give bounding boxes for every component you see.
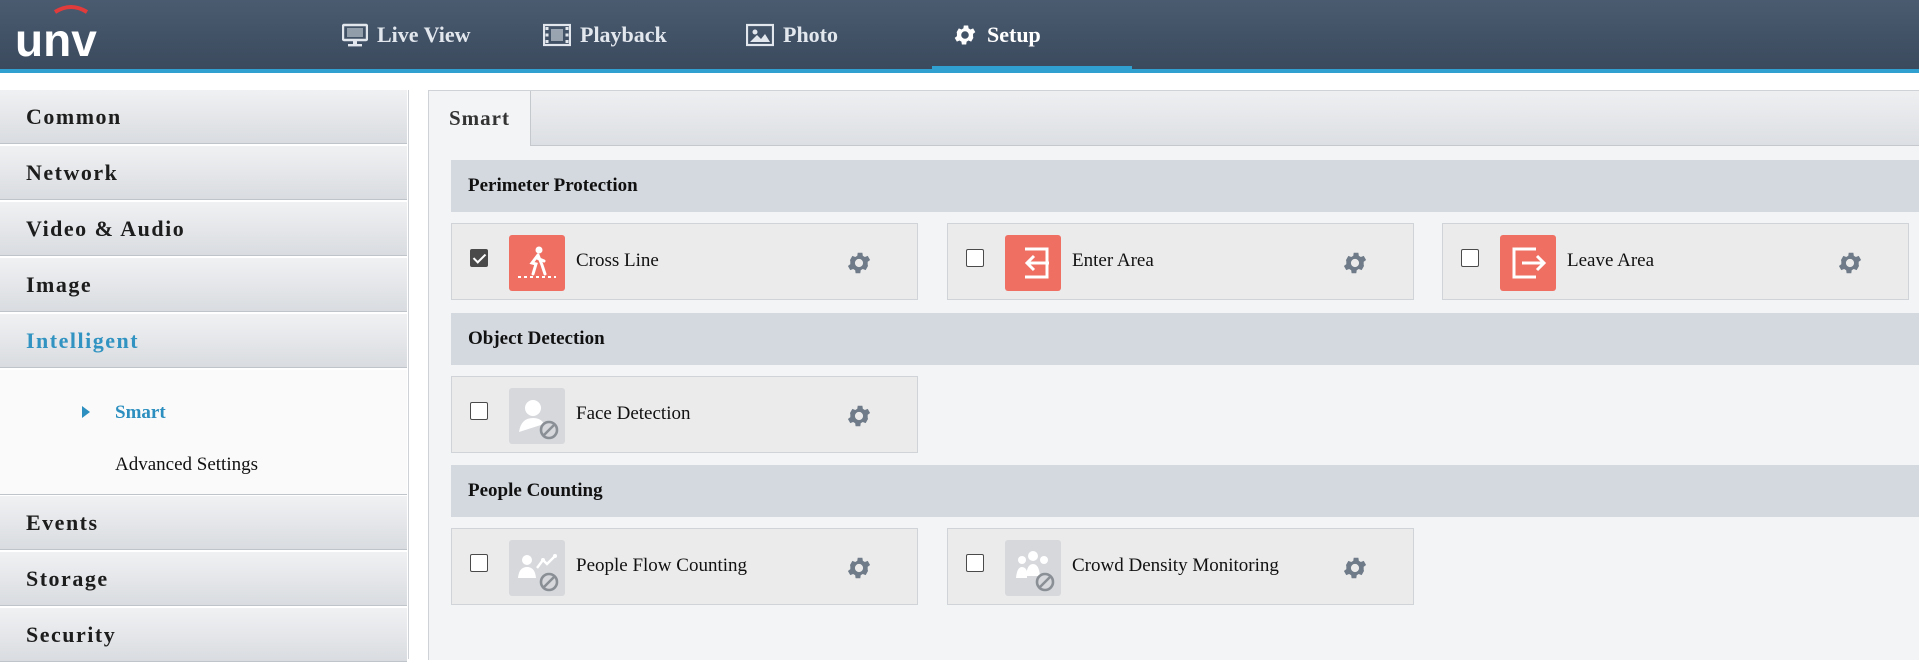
sidebar-item-intelligent[interactable]: Intelligent	[0, 314, 407, 368]
enter-area-checkbox[interactable]	[966, 249, 984, 267]
enter-area-icon	[1005, 235, 1061, 291]
cross-line-icon	[509, 235, 565, 291]
nav-setup-label: Setup	[987, 21, 1041, 47]
intelligent-submenu: Smart Advanced Settings	[0, 370, 407, 495]
sidebar-item-network[interactable]: Network	[0, 146, 407, 200]
submenu-item-advanced-settings[interactable]: Advanced Settings	[115, 454, 258, 476]
sidebar-item-image[interactable]: Image	[0, 258, 407, 312]
people-flow-counting-icon	[509, 540, 565, 596]
main-content: Smart Perimeter Protection Cross Line En…	[428, 90, 1919, 660]
gear-icon[interactable]	[845, 554, 873, 582]
sidebar-item-common[interactable]: Common	[0, 90, 407, 144]
sidebar-item-events[interactable]: Events	[0, 496, 407, 550]
people-flow-counting-checkbox[interactable]	[470, 554, 488, 572]
function-label: Face Detection	[576, 403, 691, 424]
gear-icon[interactable]	[845, 402, 873, 430]
active-arrow-icon	[82, 406, 90, 418]
section-header-people-counting: People Counting	[451, 465, 1919, 517]
sidebar-item-label: Image	[26, 271, 93, 297]
function-label: Leave Area	[1567, 250, 1655, 271]
sidebar-item-label: Video & Audio	[26, 215, 186, 241]
crowd-density-monitoring-checkbox[interactable]	[966, 554, 984, 572]
section-title: Object Detection	[468, 328, 605, 349]
face-detection-icon	[509, 388, 565, 444]
section-header-object-detection: Object Detection	[451, 313, 1919, 365]
function-card-people-flow-counting: People Flow Counting	[451, 528, 918, 605]
function-label: Enter Area	[1072, 250, 1154, 271]
monitor-icon	[342, 23, 368, 46]
function-card-leave-area: Leave Area	[1442, 223, 1909, 300]
film-icon	[543, 23, 571, 46]
top-navigation-bar: unv Live View Playback Photo Setup	[0, 0, 1919, 69]
sidebar-item-security[interactable]: Security	[0, 608, 407, 662]
sidebar-item-storage[interactable]: Storage	[0, 552, 407, 606]
picture-icon	[746, 23, 774, 46]
svg-text:unv: unv	[15, 14, 97, 60]
topbar-accent-line	[0, 69, 1919, 73]
sidebar-item-label: Intelligent	[26, 327, 140, 353]
gear-icon[interactable]	[1341, 554, 1369, 582]
sidebar-item-video-audio[interactable]: Video & Audio	[0, 202, 407, 256]
sidebar-item-label: Common	[26, 103, 122, 129]
function-card-cross-line: Cross Line	[451, 223, 918, 300]
gear-icon	[954, 24, 976, 45]
nav-playback-label: Playback	[580, 21, 667, 47]
nav-live-view-label: Live View	[377, 21, 471, 47]
submenu-item-smart[interactable]: Smart	[115, 402, 166, 424]
function-card-crowd-density-monitoring: Crowd Density Monitoring	[947, 528, 1414, 605]
gear-icon[interactable]	[1341, 249, 1369, 277]
function-card-enter-area: Enter Area	[947, 223, 1414, 300]
leave-area-icon	[1500, 235, 1556, 291]
gear-icon[interactable]	[845, 249, 873, 277]
crowd-density-monitoring-icon	[1005, 540, 1061, 596]
nav-live-view[interactable]: Live View	[342, 0, 471, 69]
cross-line-checkbox[interactable]	[470, 249, 488, 267]
nav-playback[interactable]: Playback	[543, 0, 667, 69]
leave-area-checkbox[interactable]	[1461, 249, 1479, 267]
unv-logo: unv	[15, 5, 97, 60]
function-label: People Flow Counting	[576, 555, 748, 576]
settings-sidebar: Common Network Video & Audio Image Intel…	[0, 90, 409, 662]
gear-icon[interactable]	[1836, 249, 1864, 277]
nav-photo-label: Photo	[783, 21, 838, 47]
nav-setup[interactable]: Setup	[952, 0, 1041, 69]
nav-photo[interactable]: Photo	[746, 0, 838, 69]
tab-bar: Smart	[429, 91, 1919, 146]
function-label: Crowd Density Monitoring	[1072, 555, 1279, 576]
sidebar-item-label: Network	[26, 159, 119, 185]
section-title: People Counting	[468, 480, 603, 501]
tab-smart[interactable]: Smart	[429, 91, 531, 146]
function-card-face-detection: Face Detection	[451, 376, 918, 453]
section-header-perimeter-protection: Perimeter Protection	[451, 160, 1919, 212]
function-label: Cross Line	[576, 250, 659, 271]
sidebar-item-label: Storage	[26, 565, 109, 591]
section-title: Perimeter Protection	[468, 175, 638, 196]
sidebar-item-label: Security	[26, 621, 117, 647]
sidebar-item-label: Events	[26, 509, 99, 535]
face-detection-checkbox[interactable]	[470, 402, 488, 420]
